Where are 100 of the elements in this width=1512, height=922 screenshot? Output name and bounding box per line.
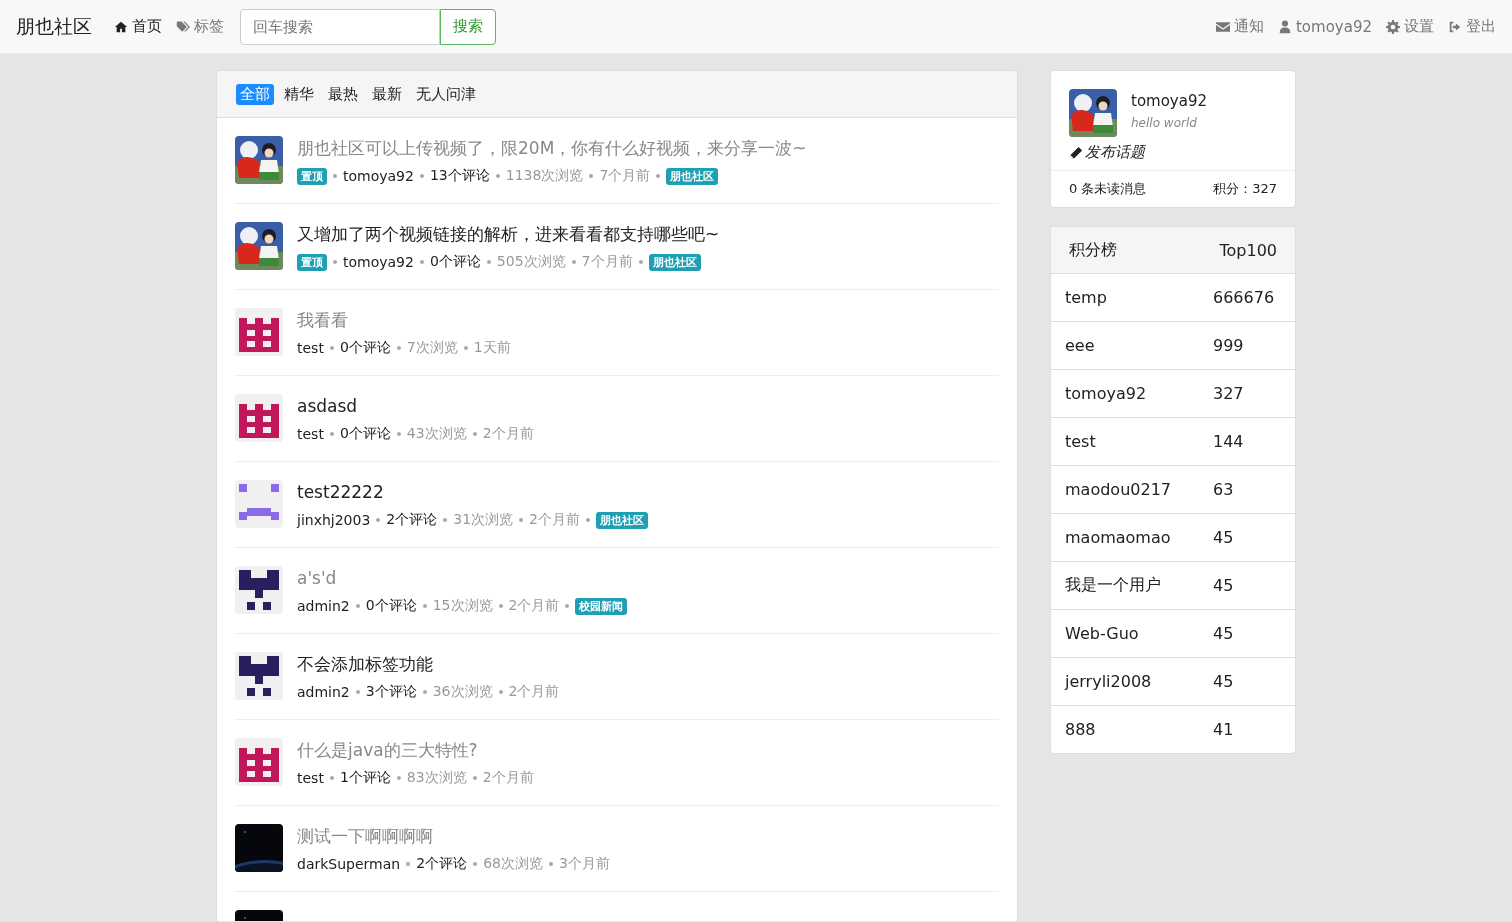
topic-title[interactable]: asdasd	[297, 394, 534, 418]
separator-dot	[486, 260, 491, 264]
separator-dot	[355, 690, 360, 694]
nav-link[interactable]: tomoya92	[1278, 17, 1372, 36]
user-link[interactable]: jerryli2008	[1065, 672, 1213, 691]
nav-link[interactable]: 标签	[176, 17, 224, 36]
post-time: 2个月前	[482, 425, 534, 443]
separator-dot	[586, 518, 590, 522]
post-time: 1天前	[473, 339, 511, 357]
nav-link[interactable]: 通知	[1216, 17, 1264, 36]
separator-dot	[638, 260, 643, 264]
author-link[interactable]: admin2	[297, 598, 350, 614]
separator-dot	[472, 432, 477, 436]
separator-dot	[376, 518, 381, 522]
topic-title[interactable]: 什么是java的三大特性?	[297, 738, 534, 762]
author-link[interactable]: test	[297, 770, 324, 786]
author-link[interactable]: darkSuperman	[297, 856, 401, 872]
score-value: 45	[1213, 528, 1234, 547]
topic-title[interactable]: 测试一下啊啊啊啊	[297, 824, 610, 848]
user-link[interactable]: Web-Guo	[1065, 624, 1213, 643]
separator-dot	[396, 432, 401, 436]
pinned-badge: 置顶	[297, 167, 327, 185]
leaderboard-title: 积分榜	[1069, 239, 1117, 261]
user-signature: hello world	[1131, 116, 1198, 130]
separator-dot	[463, 346, 468, 350]
user-link[interactable]: test	[1065, 432, 1213, 451]
separator-dot	[406, 862, 411, 866]
home-icon	[114, 19, 128, 34]
separator-dot	[519, 518, 524, 522]
tags-icon	[176, 19, 190, 34]
comment-count: 0个评论	[339, 339, 391, 357]
nav-link[interactable]: 设置	[1386, 17, 1434, 36]
unread-messages-link[interactable]: 0 条未读消息	[1069, 180, 1147, 198]
comment-count: 2个评论	[386, 511, 438, 529]
post-time: 3个月前	[558, 855, 610, 873]
view-count: 31次浏览	[453, 511, 514, 529]
author-link[interactable]: test	[297, 340, 324, 356]
username-link[interactable]: tomoya92	[1131, 92, 1207, 110]
new-topic-link[interactable]: 发布话题	[1051, 143, 1295, 170]
topic-title[interactable]: 我看看	[297, 308, 511, 332]
author-link[interactable]: jinxhj2003	[297, 512, 371, 528]
tab[interactable]: 精华	[280, 83, 318, 105]
comment-count: 3个评论	[365, 683, 417, 701]
separator-dot	[422, 690, 427, 694]
user-link[interactable]: 888	[1065, 720, 1213, 739]
separator-dot	[329, 776, 334, 780]
user-link[interactable]: eee	[1065, 336, 1213, 355]
topic-title[interactable]: test22222	[297, 480, 648, 504]
view-count: 7次浏览	[406, 339, 458, 357]
search-button[interactable]: 搜索	[440, 8, 496, 45]
topic-title[interactable]: a's'd	[297, 566, 628, 590]
score-value: 41	[1213, 720, 1234, 739]
score-value: 327	[1213, 384, 1244, 403]
pinned-badge: 置顶	[297, 253, 327, 271]
user-icon	[1278, 19, 1292, 34]
sign-out-icon	[1448, 19, 1462, 34]
score-value: 999	[1213, 336, 1244, 355]
score-value: 144	[1213, 432, 1244, 451]
separator-dot	[333, 260, 337, 264]
author-link[interactable]: tomoya92	[343, 254, 414, 270]
nav-link[interactable]: 首页	[114, 17, 162, 36]
author-link[interactable]: tomoya92	[343, 168, 414, 184]
user-link[interactable]: 我是一个用户	[1065, 575, 1213, 596]
pencil-icon	[1069, 145, 1083, 160]
separator-dot	[548, 862, 553, 866]
score-value: 45	[1213, 576, 1234, 595]
topic-title[interactable]: 不会添加标签功能	[297, 652, 560, 676]
view-count: 83次浏览	[406, 769, 467, 787]
search-field[interactable]: 回车搜索	[240, 8, 440, 45]
nav-link[interactable]: 登出	[1448, 17, 1496, 36]
user-link[interactable]: maodou0217	[1065, 480, 1213, 499]
separator-dot	[329, 432, 334, 436]
brand-logo[interactable]: 朋也社区	[16, 13, 92, 40]
tab[interactable]: 无人问津	[412, 83, 480, 105]
view-count: 1138次浏览	[505, 167, 584, 185]
envelope-icon	[1216, 19, 1230, 34]
tab[interactable]: 最新	[368, 83, 406, 105]
user-link[interactable]: maomaomao	[1065, 528, 1213, 547]
comment-count: 13个评论	[429, 167, 490, 185]
separator-dot	[498, 690, 503, 694]
separator-dot	[473, 862, 478, 866]
tab[interactable]: 最热	[324, 83, 362, 105]
view-count: 43次浏览	[406, 425, 467, 443]
score-value: 45	[1213, 624, 1234, 643]
post-time: 7个月前	[599, 167, 651, 185]
user-link[interactable]: temp	[1065, 288, 1213, 307]
separator-dot	[422, 604, 427, 608]
author-link[interactable]: test	[297, 426, 324, 442]
gear-icon	[1386, 19, 1400, 34]
author-link[interactable]: admin2	[297, 684, 350, 700]
topic-title[interactable]: 又增加了两个视频链接的解析，进来看看都支持哪些吧~	[297, 222, 720, 246]
separator-dot	[472, 776, 477, 780]
separator-dot	[498, 604, 503, 608]
post-time: 7个月前	[581, 253, 633, 271]
topic-title[interactable]: 朋也社区可以上传视频了，限20M，你有什么好视频，来分享一波~	[297, 136, 807, 160]
top100-link[interactable]: Top100	[1219, 240, 1277, 260]
user-link[interactable]: tomoya92	[1065, 384, 1213, 403]
separator-dot	[443, 518, 448, 522]
view-count: 505次浏览	[496, 253, 566, 271]
separator-dot	[656, 174, 661, 178]
